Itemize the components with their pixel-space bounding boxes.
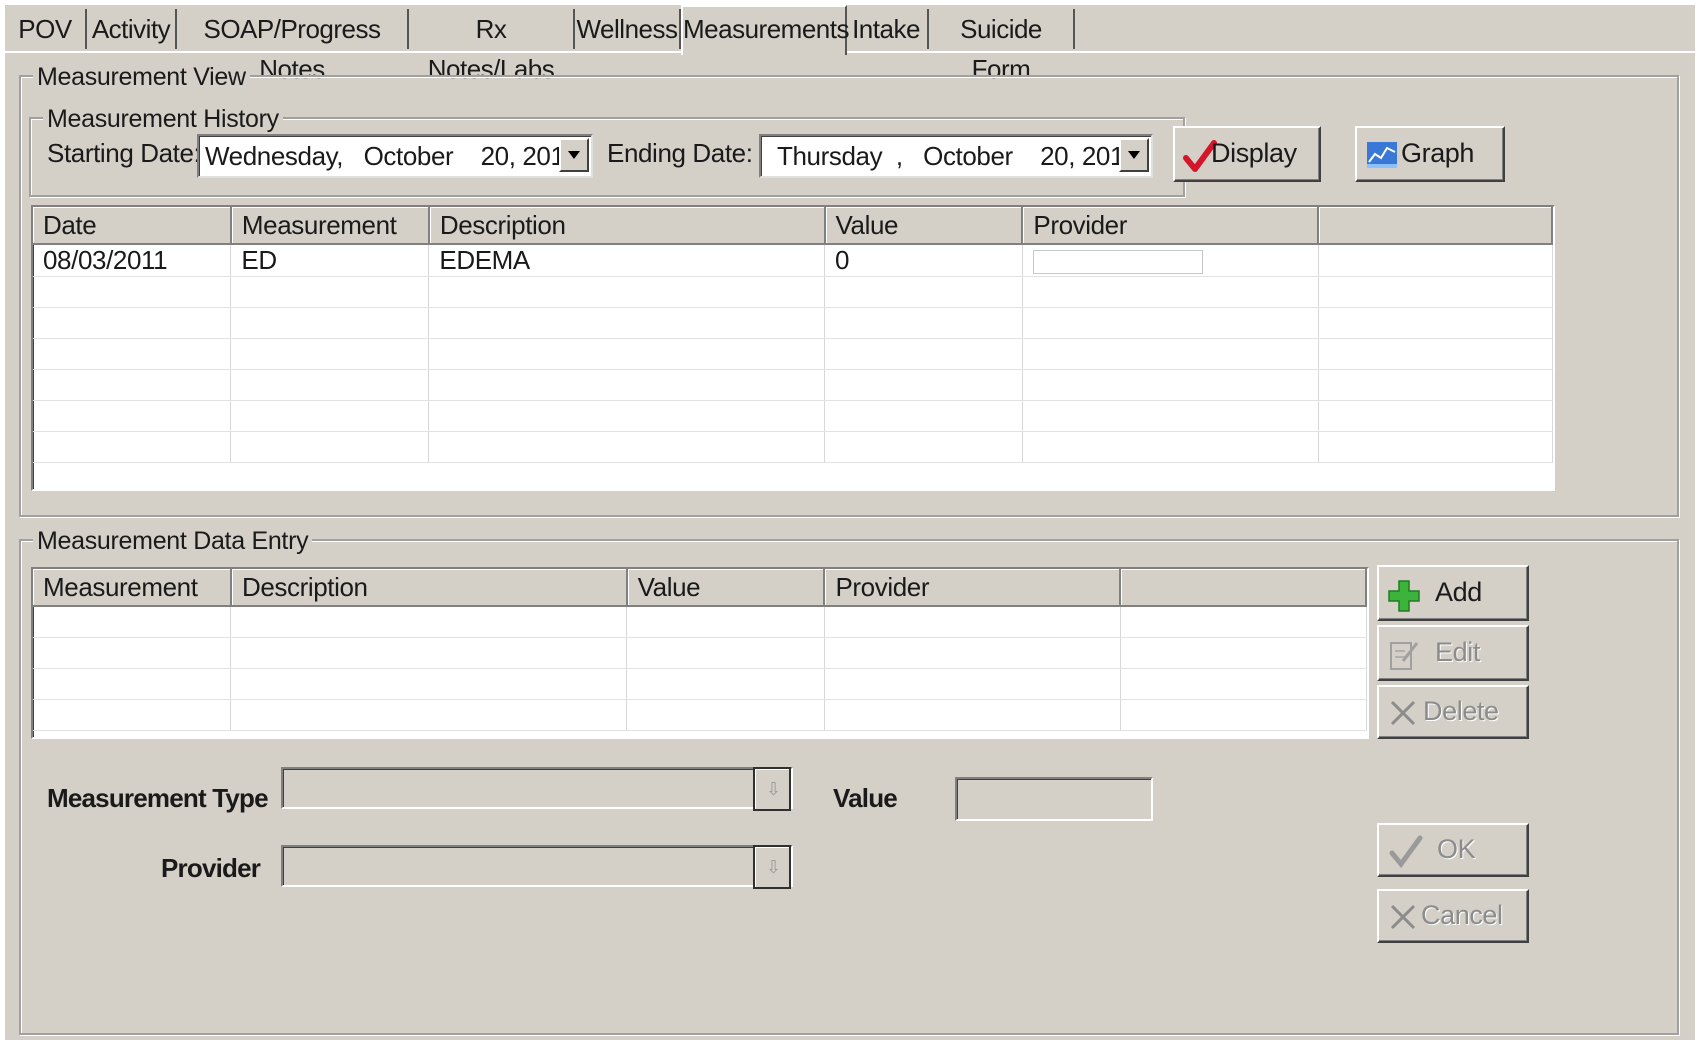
- starting-date-picker[interactable]: Wednesday, October 20, 2010: [197, 134, 593, 178]
- ending-date-value: Thursday , October 20, 2011: [777, 141, 1137, 171]
- ending-date-label: Ending Date:: [607, 138, 753, 168]
- table-row: [33, 338, 1553, 370]
- col-value[interactable]: Value: [824, 207, 1024, 245]
- col-provider[interactable]: Provider: [824, 569, 1122, 607]
- cell-value: 0: [824, 244, 1023, 277]
- tab-divider: [5, 51, 1695, 53]
- table-row: [33, 431, 1553, 463]
- table-row: [33, 606, 1367, 638]
- chevron-down-icon: [568, 151, 580, 159]
- table-row: [33, 637, 1367, 669]
- table-row: [33, 400, 1553, 432]
- cancel-button[interactable]: Cancel: [1377, 889, 1529, 943]
- measurement-type-dropdown[interactable]: ⇩: [753, 767, 791, 811]
- edit-label: Edit: [1435, 637, 1480, 667]
- plus-icon: [1388, 580, 1420, 612]
- tab-wellness[interactable]: Wellness: [575, 9, 681, 49]
- measurement-type-label: Measurement Type: [47, 783, 269, 813]
- history-table: Date Measurement Description Value Provi…: [33, 207, 1553, 463]
- check-icon: [1389, 835, 1423, 869]
- col-date[interactable]: Date: [33, 207, 232, 245]
- col-provider[interactable]: Provider: [1022, 207, 1320, 245]
- x-icon: [1390, 904, 1416, 930]
- graph-button[interactable]: Graph: [1355, 126, 1505, 182]
- col-filler: [1120, 569, 1367, 607]
- display-button[interactable]: Display: [1173, 126, 1321, 182]
- value-field[interactable]: [955, 777, 1153, 821]
- ok-label: OK: [1437, 834, 1476, 864]
- ending-date-picker[interactable]: Thursday , October 20, 2011: [759, 134, 1153, 178]
- cell-provider: [1022, 244, 1319, 277]
- cancel-label: Cancel: [1421, 900, 1503, 930]
- tab-pov[interactable]: POV: [5, 9, 87, 49]
- col-measurement[interactable]: Measurement: [230, 207, 430, 245]
- provider-select[interactable]: ⇩: [281, 845, 793, 889]
- col-description[interactable]: Description: [428, 207, 826, 245]
- cell-date: 08/03/2011: [33, 244, 232, 277]
- starting-date-dropdown[interactable]: [559, 138, 589, 172]
- measurement-data-entry-title: Measurement Data Entry: [33, 527, 313, 555]
- edit-button[interactable]: Edit: [1377, 625, 1529, 681]
- provider-label: Provider: [161, 853, 261, 883]
- measurements-window: POV Activity SOAP/Progress Notes Rx Note…: [5, 5, 1695, 1040]
- tab-suicide-form[interactable]: Suicide Form: [929, 9, 1075, 84]
- value-label: Value: [833, 783, 898, 813]
- add-label: Add: [1435, 577, 1482, 607]
- tab-strip: POV Activity SOAP/Progress Notes Rx Note…: [5, 5, 1695, 84]
- table-row[interactable]: 08/03/2011 ED EDEMA 0: [33, 244, 1553, 277]
- table-row: [33, 307, 1553, 339]
- table-row: [33, 276, 1553, 308]
- display-label: Display: [1211, 138, 1297, 168]
- arrow-down-icon: ⇩: [766, 857, 782, 877]
- cell-measurement: ED: [230, 244, 430, 277]
- starting-date-label: Starting Date:: [47, 138, 201, 168]
- arrow-down-icon: ⇩: [766, 779, 782, 799]
- ending-date-dropdown[interactable]: [1119, 138, 1149, 172]
- measurement-view-title: Measurement View: [33, 63, 250, 91]
- tab-intake[interactable]: Intake: [845, 9, 929, 49]
- tab-activity[interactable]: Activity: [87, 9, 177, 49]
- tab-measurements[interactable]: Measurements: [681, 5, 849, 55]
- entry-table: Measurement Description Value Provider: [33, 569, 1367, 731]
- add-button[interactable]: Add: [1377, 565, 1529, 621]
- chevron-down-icon: [1128, 151, 1140, 159]
- col-filler: [1318, 207, 1553, 245]
- tab-rx-notes-labs[interactable]: Rx Notes/Labs: [409, 9, 575, 84]
- measurement-history-grid: Date Measurement Description Value Provi…: [31, 205, 1555, 491]
- measurement-type-select[interactable]: ⇩: [281, 767, 793, 811]
- cell-description: EDEMA: [428, 244, 826, 277]
- entry-header-row: Measurement Description Value Provider: [33, 569, 1367, 607]
- provider-dropdown[interactable]: ⇩: [753, 845, 791, 889]
- delete-label: Delete: [1423, 696, 1499, 726]
- table-row: [33, 369, 1553, 401]
- cell-filler: [1318, 244, 1553, 277]
- chart-icon: [1367, 142, 1397, 168]
- x-icon: [1390, 700, 1416, 726]
- col-measurement[interactable]: Measurement: [33, 569, 232, 607]
- col-value[interactable]: Value: [626, 569, 826, 607]
- delete-button[interactable]: Delete: [1377, 685, 1529, 739]
- tab-soap-progress-notes[interactable]: SOAP/Progress Notes: [177, 9, 409, 84]
- edit-icon: [1390, 642, 1419, 670]
- measurement-history-title: Measurement History: [43, 105, 283, 133]
- graph-label: Graph: [1401, 138, 1475, 168]
- history-header-row: Date Measurement Description Value Provi…: [33, 207, 1553, 245]
- ok-button[interactable]: OK: [1377, 823, 1529, 877]
- redacted-provider: [1032, 250, 1203, 275]
- starting-date-value: Wednesday, October 20, 2010: [205, 141, 579, 171]
- col-description[interactable]: Description: [230, 569, 628, 607]
- measurement-entry-grid: Measurement Description Value Provider: [31, 567, 1369, 739]
- table-row: [33, 668, 1367, 700]
- table-row: [33, 699, 1367, 731]
